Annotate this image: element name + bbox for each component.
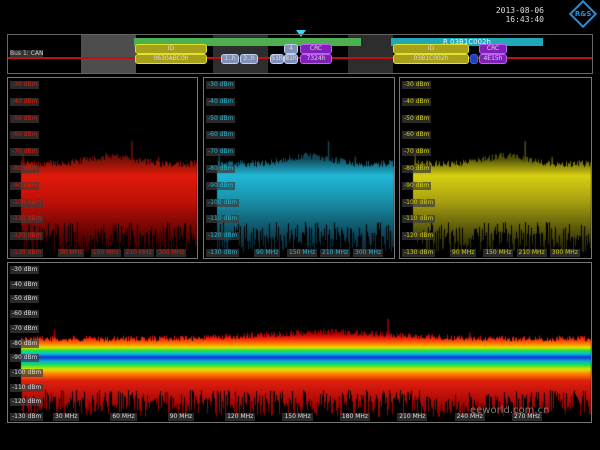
- x-axis-label: 150 MHz: [287, 249, 317, 257]
- x-axis-label: 150 MHz: [91, 249, 121, 257]
- y-axis-label: -80 dBm: [206, 165, 235, 173]
- frame2-dlc[interactable]: [470, 54, 478, 64]
- x-axis-label: 120 MHz: [225, 413, 255, 421]
- y-axis-label: -120 dBm: [10, 398, 43, 406]
- y-axis-label: -130 dBm: [10, 413, 43, 421]
- main-spectrum-panel[interactable]: -30 dBm -40 dBm -50 dBm -60 dBm -70 dBm -80 d…: [7, 262, 592, 423]
- time: 16:43:40: [505, 15, 544, 24]
- frame1-data-label: 4: [284, 44, 298, 54]
- y-axis-label: -80 dBm: [10, 340, 39, 348]
- frame1-id-label[interactable]: ID: [135, 44, 207, 54]
- frame1-data-byte[interactable]: 81h: [284, 54, 298, 64]
- y-axis-label: -40 dBm: [402, 98, 431, 106]
- frame2-id-value[interactable]: 03B1C002h: [393, 54, 469, 64]
- y-axis-label: -80 dBm: [10, 165, 39, 173]
- can-decode-strip[interactable]: Bus 1: CAN ID 0630ABC0h 1..h 3..h 51h 81…: [7, 34, 593, 74]
- y-axis-label: -100 dBm: [10, 369, 43, 377]
- x-axis-label: 150 MHz: [282, 413, 312, 421]
- y-axis-label: -60 dBm: [206, 131, 235, 139]
- y-axis-label: -120 dBm: [10, 232, 43, 240]
- y-axis-label: -40 dBm: [10, 98, 39, 106]
- y-axis-label: -80 dBm: [402, 165, 431, 173]
- y-axis-label: -130 dBm: [10, 249, 43, 257]
- y-axis-label: -60 dBm: [10, 310, 39, 318]
- y-axis-label: -90 dBm: [10, 354, 39, 362]
- x-axis-label: 90 MHz: [168, 413, 194, 421]
- y-axis-label: -70 dBm: [10, 148, 39, 156]
- x-axis-label: 90 MHz: [254, 249, 280, 257]
- y-axis-label: -30 dBm: [10, 266, 39, 274]
- y-axis-label: -60 dBm: [402, 131, 431, 139]
- y-axis-label: -70 dBm: [206, 148, 235, 156]
- frame1-data-byte[interactable]: 51h: [270, 54, 284, 64]
- y-axis-label: -110 dBm: [10, 384, 43, 392]
- y-axis-label: -50 dBm: [402, 115, 431, 123]
- y-axis-label: -130 dBm: [402, 249, 435, 257]
- frame1-id-value[interactable]: 0630ABC0h: [135, 54, 207, 64]
- y-axis-label: -30 dBm: [206, 81, 235, 89]
- x-axis-label: 90 MHz: [450, 249, 476, 257]
- frame1-data-byte[interactable]: 3..h: [240, 54, 258, 64]
- x-axis-label: 210 MHz: [320, 249, 350, 257]
- y-axis-label: -50 dBm: [10, 295, 39, 303]
- bus-label: Bus 1: CAN: [10, 50, 43, 57]
- frame1-crc-value[interactable]: 7324h: [300, 54, 332, 64]
- y-axis-label: -50 dBm: [10, 115, 39, 123]
- y-axis-label: -90 dBm: [10, 182, 39, 190]
- date: 2013-08-06: [496, 6, 544, 15]
- x-axis-label: 300 MHz: [156, 249, 186, 257]
- y-axis-label: -70 dBm: [402, 148, 431, 156]
- y-axis-label: -90 dBm: [206, 182, 235, 190]
- x-axis-label: 210 MHz: [397, 413, 427, 421]
- y-axis-label: -40 dBm: [10, 281, 39, 289]
- x-axis-label: 180 MHz: [340, 413, 370, 421]
- watermark: eeworld.com.cn: [470, 405, 549, 416]
- x-axis-label: 300 MHz: [353, 249, 383, 257]
- y-axis-label: -110 dBm: [206, 215, 239, 223]
- x-axis-label: 210 MHz: [124, 249, 154, 257]
- y-axis-label: -50 dBm: [206, 115, 235, 123]
- x-axis-label: 210 MHz: [517, 249, 547, 257]
- y-axis-label: -100 dBm: [10, 199, 43, 207]
- x-axis-label: 60 MHz: [110, 413, 136, 421]
- y-axis-label: -100 dBm: [402, 199, 435, 207]
- frame1-data-byte[interactable]: 1..h: [221, 54, 239, 64]
- x-axis-label: 150 MHz: [483, 249, 513, 257]
- frame2-crc-value[interactable]: 4E15h: [479, 54, 507, 64]
- spectrum-panel-3[interactable]: -30 dBm -40 dBm -50 dBm -60 dBm -70 dBm -80 d…: [399, 77, 592, 259]
- x-axis-label: 90 MHz: [58, 249, 84, 257]
- frame1-crc-label[interactable]: CRC: [300, 44, 332, 54]
- zoom-shade: [81, 35, 136, 73]
- x-axis-label: 300 MHz: [550, 249, 580, 257]
- x-axis-label: 30 MHz: [53, 413, 79, 421]
- y-axis-label: -110 dBm: [402, 215, 435, 223]
- y-axis-label: -130 dBm: [206, 249, 239, 257]
- y-axis-label: -70 dBm: [10, 325, 39, 333]
- frame2-id-label[interactable]: ID: [393, 44, 469, 54]
- y-axis-label: -110 dBm: [10, 215, 43, 223]
- y-axis-label: -120 dBm: [402, 232, 435, 240]
- y-axis-label: -100 dBm: [206, 199, 239, 207]
- y-axis-label: -30 dBm: [10, 81, 39, 89]
- y-axis-label: -60 dBm: [10, 131, 39, 139]
- spectrum-panel-1[interactable]: -30 dBm -40 dBm -50 dBm -60 dBm -70 dBm -80 d…: [7, 77, 198, 259]
- y-axis-label: -90 dBm: [402, 182, 431, 190]
- y-axis-label: -30 dBm: [402, 81, 431, 89]
- y-axis-label: -120 dBm: [206, 232, 239, 240]
- y-axis-label: -40 dBm: [206, 98, 235, 106]
- spectrum-panel-2[interactable]: -30 dBm -40 dBm -50 dBm -60 dBm -70 dBm -80 d…: [203, 77, 395, 259]
- frame2-crc-label[interactable]: CRC: [479, 44, 507, 54]
